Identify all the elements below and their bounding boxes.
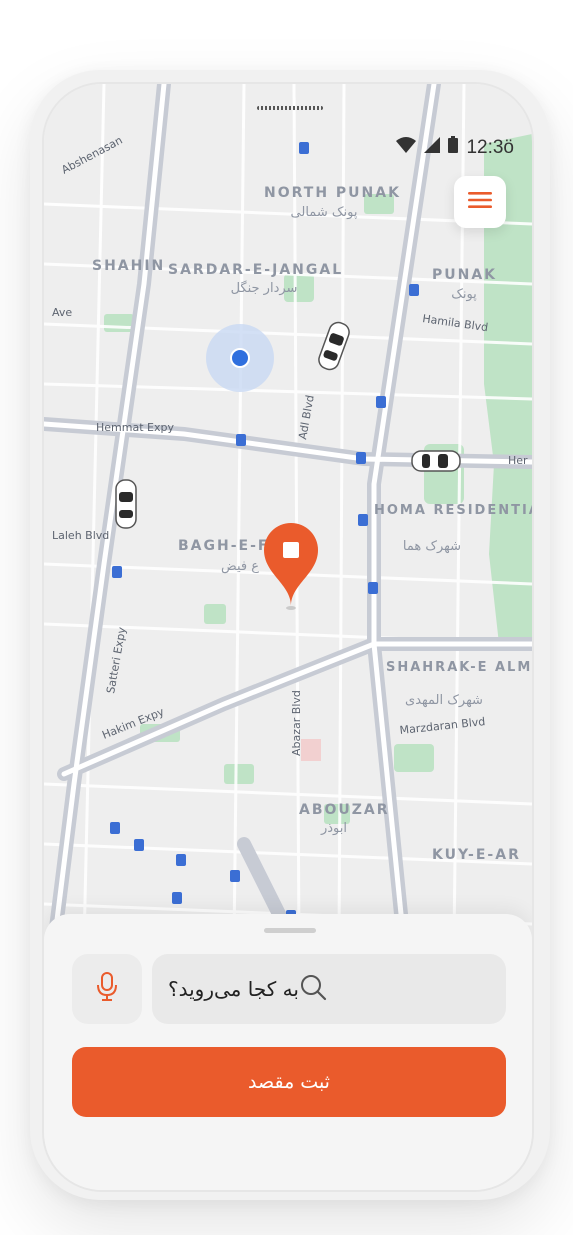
map-area-label: BAGH-E-F xyxy=(178,538,269,554)
map-area-label-fa: شهرک هما xyxy=(403,539,461,554)
current-location-dot xyxy=(230,348,250,368)
hamburger-menu-icon xyxy=(468,191,492,213)
signal-icon xyxy=(424,136,441,159)
wifi-icon xyxy=(396,136,417,159)
map-area-label-fa: شهرک المهدی xyxy=(405,693,483,708)
map-area-label: SHAHRAK-E ALMAHDI xyxy=(386,660,532,675)
map-area-label-fa: سردار جنگل xyxy=(231,280,298,296)
submit-destination-label: ثبت مقصد xyxy=(248,1071,330,1093)
street-label: Ave xyxy=(52,306,72,319)
speaker-grill xyxy=(257,106,323,110)
map-area-label: NORTH PUNAK xyxy=(264,185,401,201)
submit-destination-button[interactable]: ثبت مقصد xyxy=(72,1047,506,1117)
map-area-label: KUY-E-AR xyxy=(432,847,521,863)
search-icon xyxy=(299,973,327,1005)
search-placeholder: به کجا می‌روید؟ xyxy=(168,977,299,1001)
destination-search-input[interactable]: به کجا می‌روید؟ xyxy=(152,954,506,1024)
car-icon xyxy=(115,479,137,529)
map-area-label: SARDAR-E-JANGAL xyxy=(168,262,343,278)
sheet-drag-handle[interactable] xyxy=(264,928,316,933)
map-area-label: ABOUZAR xyxy=(299,802,390,818)
status-bar: 12:3ö xyxy=(396,136,514,159)
map-area-label-fa: ع فیض xyxy=(221,559,259,574)
map-area-label-fa: ابوذر xyxy=(320,821,347,836)
map-area-label-fa: پونک شمالی xyxy=(291,205,358,220)
street-label: Abazar Blvd xyxy=(290,690,303,756)
microphone-icon xyxy=(96,972,118,1006)
street-label: Laleh Blvd xyxy=(52,529,109,542)
status-time: 12:3ö xyxy=(466,136,514,158)
device-screen: NORTH PUNAK SHAHIN SARDAR-E-JANGAL PUNAK… xyxy=(42,82,534,1192)
map-area-label: HOMA RESIDENTIAL AREA xyxy=(374,503,532,518)
battery-icon xyxy=(448,136,459,159)
menu-button[interactable] xyxy=(454,176,506,228)
voice-search-button[interactable] xyxy=(72,954,142,1024)
bottom-sheet: به کجا می‌روید؟ ثبت مقصد xyxy=(44,914,532,1190)
street-label: Her xyxy=(508,454,528,467)
map-area-label-fa: پونک xyxy=(451,287,477,302)
car-icon xyxy=(411,450,461,472)
street-label: Hemmat Expy xyxy=(96,421,174,434)
map-area-label: PUNAK xyxy=(432,267,497,283)
map-area-label: SHAHIN xyxy=(92,258,165,274)
